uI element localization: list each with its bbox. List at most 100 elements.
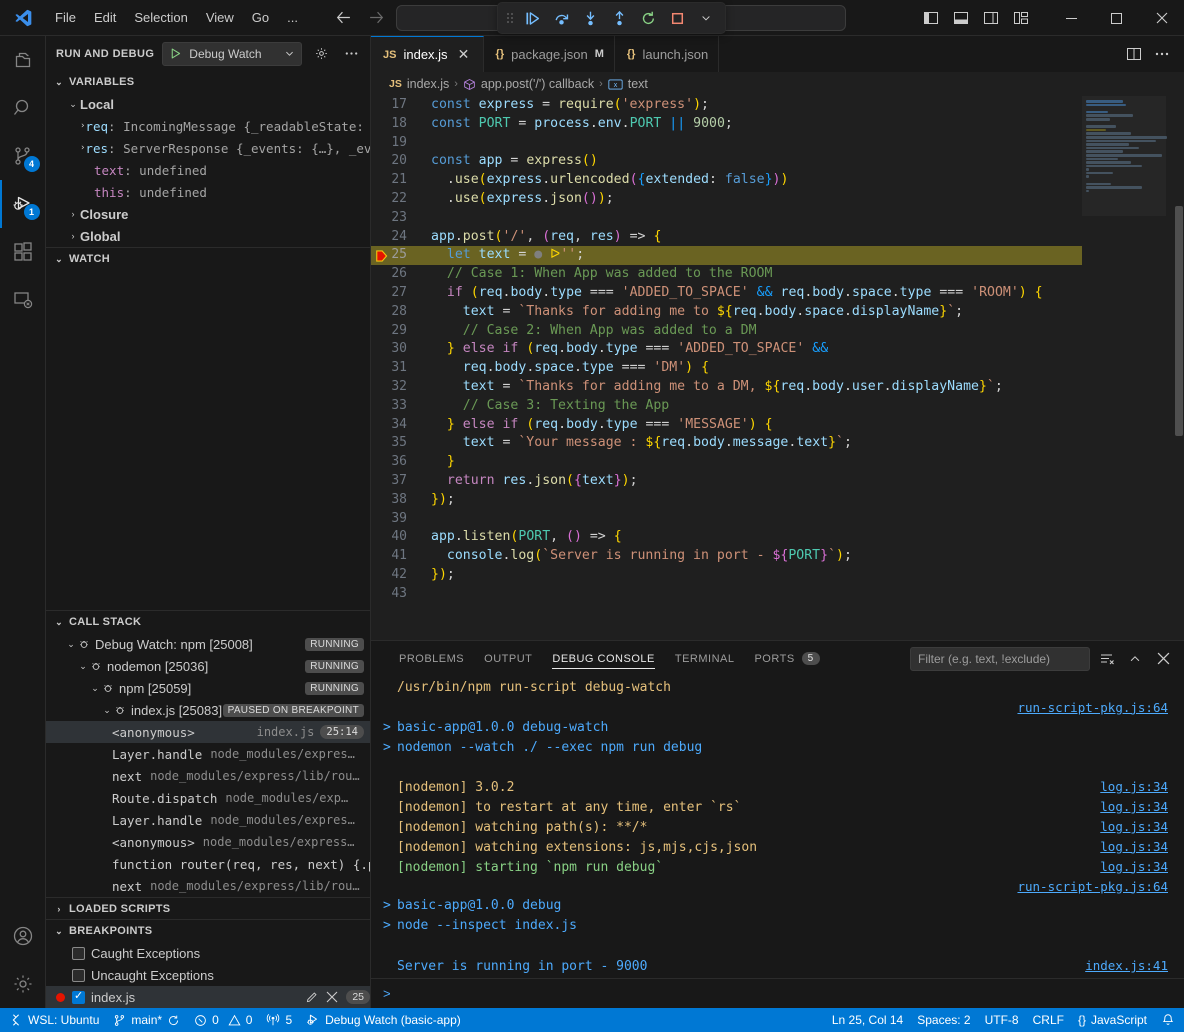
console-source-link[interactable]: index.js:41 [1085,958,1168,973]
window-close-button[interactable] [1139,0,1184,36]
code-line-20[interactable]: 20const app = express() [371,152,1082,171]
status-notifications[interactable] [1154,1008,1182,1032]
edit-breakpoint-pencil-icon[interactable] [305,991,318,1004]
chevron-up-icon[interactable] [1124,648,1146,670]
breakpoints-section-header[interactable]: ⌄ BREAKPOINTS [46,920,370,942]
code-line-19[interactable]: 19 [371,134,1082,153]
call-stack-session[interactable]: ⌄ index.js [25083] PAUSED ON BREAKPOINT [46,699,370,721]
status-ports[interactable]: 5 [259,1008,299,1032]
variable-row-this[interactable]: this: undefined [46,181,370,203]
code-line-22[interactable]: 22 .use(express.json()); [371,190,1082,209]
code-line-43[interactable]: 43 [371,585,1082,604]
close-panel-icon[interactable] [1152,648,1174,670]
split-editor-icon[interactable] [1122,42,1146,66]
editor-tab-launch-json[interactable]: {} launch.json [615,36,719,72]
checkbox[interactable] [72,947,85,960]
toggle-secondary-sidebar-icon[interactable] [977,4,1005,32]
checkbox[interactable] [72,991,85,1004]
variables-section-header[interactable]: ⌄ VARIABLES [46,71,370,93]
console-source-link[interactable]: run-script-pkg.js:64 [1017,879,1168,894]
window-minimize-button[interactable] [1049,0,1094,36]
call-stack-frame[interactable]: function router(req, res, next) {.pr [46,853,370,875]
menu-go[interactable]: Go [243,6,278,29]
editor-more-ellipsis-icon[interactable] [1150,42,1174,66]
code-line-27[interactable]: 27 if (req.body.type === 'ADDED_TO_SPACE… [371,284,1082,303]
call-stack-frame[interactable]: Route.dispatch node_modules/exp… [46,787,370,809]
variables-scope-local[interactable]: ⌄ Local [46,93,370,115]
code-line-17[interactable]: 17const express = require('express'); [371,96,1082,115]
call-stack-session[interactable]: ⌄ Debug Watch: npm [25008] RUNNING [46,633,370,655]
go-back-icon[interactable] [335,9,352,26]
editor-vertical-scrollbar[interactable] [1174,96,1184,640]
activity-accounts-icon[interactable] [0,912,46,960]
menu-selection[interactable]: Selection [125,6,196,29]
editor-tab-index-js[interactable]: JS index.js ✕ [371,36,484,72]
activity-manage-settings-gear-icon[interactable] [0,960,46,1008]
code-line-26[interactable]: 26 // Case 1: When App was added to the … [371,265,1082,284]
code-line-18[interactable]: 18const PORT = process.env.PORT || 9000; [371,115,1082,134]
drag-handle-icon[interactable] [504,11,516,25]
code-line-31[interactable]: 31 req.body.space.type === 'DM') { [371,359,1082,378]
variables-scope-global[interactable]: › Global [46,225,370,247]
menu-edit[interactable]: Edit [85,6,125,29]
breakpoint-caught-exceptions[interactable]: Caught Exceptions [46,942,370,964]
call-stack-frame[interactable]: <anonymous> node_modules/express… [46,831,370,853]
code-line-23[interactable]: 23 [371,209,1082,228]
status-encoding[interactable]: UTF-8 [978,1008,1026,1032]
console-source-link[interactable]: log.js:34 [1100,799,1168,814]
loaded-scripts-section-header[interactable]: › LOADED SCRIPTS [46,897,370,919]
activity-source-control-icon[interactable]: 4 [0,132,46,180]
console-source-link[interactable]: run-script-pkg.js:64 [1017,700,1168,715]
code-line-30[interactable]: 30 } else if (req.body.type === 'ADDED_T… [371,340,1082,359]
call-stack-frame[interactable]: Layer.handle node_modules/expres… [46,809,370,831]
call-stack-section-header[interactable]: ⌄ CALL STACK [46,611,370,633]
code-line-35[interactable]: 35 text = `Your message : ${req.body.mes… [371,434,1082,453]
code-lines-container[interactable]: 17const express = require('express');18c… [371,96,1082,640]
panel-tab-terminal[interactable]: TERMINAL [665,641,745,676]
status-problems[interactable]: 0 0 [187,1008,259,1032]
activity-extensions-icon[interactable] [0,228,46,276]
activity-run-and-debug-icon[interactable]: 1 [0,180,46,228]
code-line-34[interactable]: 34 } else if (req.body.type === 'MESSAGE… [371,416,1082,435]
code-line-28[interactable]: 28 text = `Thanks for adding me to ${req… [371,303,1082,322]
code-line-37[interactable]: 37 return res.json({text}); [371,472,1082,491]
code-line-42[interactable]: 42}); [371,566,1082,585]
go-forward-icon[interactable] [368,9,385,26]
debug-step-over-button[interactable] [548,5,574,31]
call-stack-frame[interactable]: next node_modules/express/lib/rout… [46,875,370,897]
status-debug-session[interactable]: Debug Watch (basic-app) [299,1008,468,1032]
console-source-link[interactable]: log.js:34 [1100,859,1168,874]
launch-configuration-select[interactable]: Debug Watch [162,42,302,66]
code-line-29[interactable]: 29 // Case 2: When App was added to a DM [371,322,1082,341]
activity-search-icon[interactable] [0,84,46,132]
panel-tab-debug-console[interactable]: DEBUG CONSOLE [542,641,664,676]
call-stack-session[interactable]: ⌄ nodemon [25036] RUNNING [46,655,370,677]
sidebar-more-ellipsis-icon[interactable] [340,43,362,65]
breakpoint-current-marker-icon[interactable] [375,246,391,265]
panel-tab-problems[interactable]: PROBLEMS [389,641,474,676]
code-line-40[interactable]: 40app.listen(PORT, () => { [371,528,1082,547]
panel-tab-ports[interactable]: PORTS 5 [744,641,829,676]
console-source-link[interactable]: log.js:34 [1100,839,1168,854]
variable-row-text[interactable]: text: undefined [46,159,370,181]
debug-console-output[interactable]: /usr/bin/npm run-script debug-watchrun-s… [371,676,1184,978]
customize-layout-icon[interactable] [1007,4,1035,32]
editor-tab-package-json[interactable]: {} package.json M [484,36,615,72]
remove-breakpoint-close-icon[interactable] [326,991,338,1003]
call-stack-frame[interactable]: next node_modules/express/lib/rout… [46,765,370,787]
console-source-link[interactable]: log.js:34 [1100,819,1168,834]
breakpoint-uncaught-exceptions[interactable]: Uncaught Exceptions [46,964,370,986]
code-line-36[interactable]: 36 } [371,453,1082,472]
call-stack-frame[interactable]: <anonymous> index.js 25:14 [46,721,370,743]
chevron-down-icon[interactable] [284,48,295,59]
editor-minimap[interactable] [1082,96,1174,640]
scrollbar-thumb[interactable] [1175,206,1183,436]
code-editor[interactable]: 17const express = require('express');18c… [371,96,1184,640]
status-eol[interactable]: CRLF [1026,1008,1071,1032]
toggle-panel-icon[interactable] [947,4,975,32]
debug-step-out-button[interactable] [606,5,632,31]
toggle-primary-sidebar-icon[interactable] [917,4,945,32]
panel-tab-output[interactable]: OUTPUT [474,641,542,676]
checkbox[interactable] [72,969,85,982]
menu-more[interactable]: ... [278,6,307,29]
